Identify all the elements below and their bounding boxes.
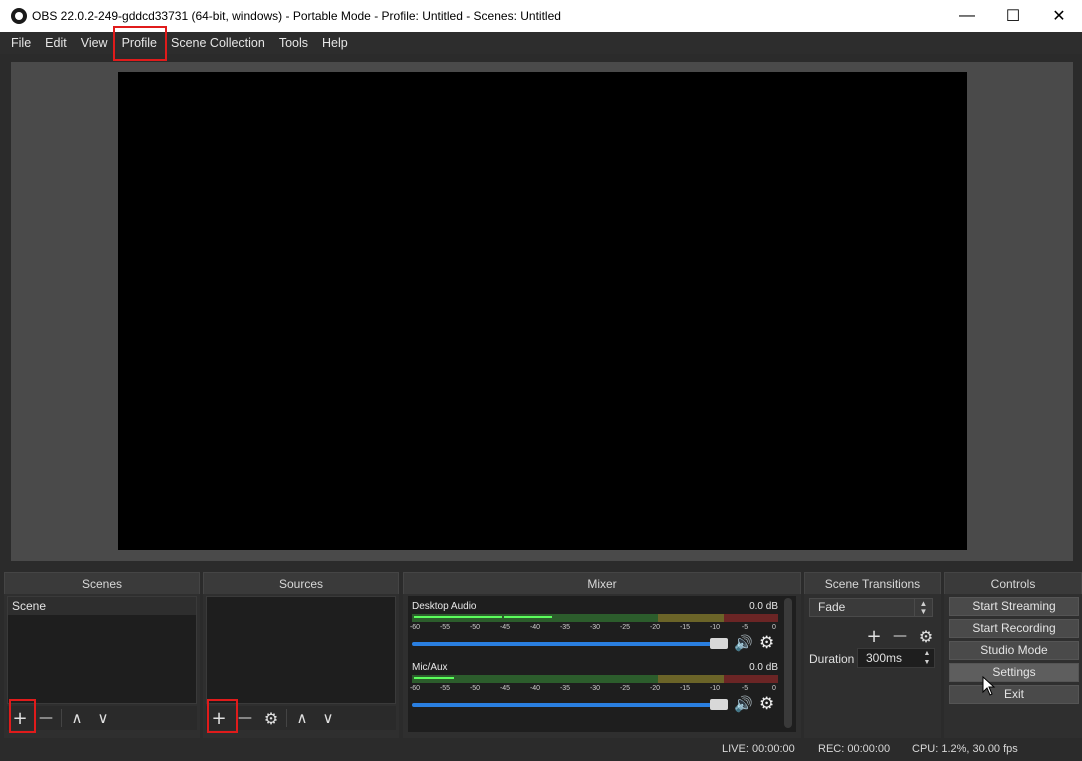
sources-list[interactable] [206, 596, 396, 704]
controls-dock-title: Controls [944, 572, 1082, 594]
minus-icon: — [238, 710, 252, 726]
gear-icon[interactable]: ⚙ [759, 694, 774, 714]
channel-db: 0.0 dB [749, 601, 778, 612]
duration-spinbox[interactable]: 300ms ▲ ▼ [857, 648, 935, 668]
gear-icon: ⚙ [918, 626, 934, 646]
toolbar-divider [286, 709, 287, 727]
minimize-button[interactable]: — [944, 0, 990, 32]
window-title: OBS 22.0.2-249-gddcd33731 (64-bit, windo… [32, 9, 561, 23]
transition-select[interactable]: Fade ▲ ▼ [809, 598, 933, 617]
menu-scene-collection[interactable]: Scene Collection [165, 32, 271, 54]
toolbar-divider [61, 709, 62, 727]
mouse-cursor-icon [982, 676, 996, 696]
preview-canvas[interactable] [118, 72, 967, 550]
channel-db: 0.0 dB [749, 662, 778, 673]
status-bar: LIVE: 00:00:00 REC: 00:00:00 CPU: 1.2%, … [0, 740, 1082, 761]
volume-slider[interactable] [412, 642, 720, 646]
menu-edit[interactable]: Edit [39, 32, 73, 54]
scenes-dock-title: Scenes [4, 572, 200, 594]
cpu-usage: CPU: 1.2%, 30.00 fps [912, 743, 1018, 755]
menu-file[interactable]: File [5, 32, 37, 54]
volume-slider-row: 🔊 ⚙ [412, 694, 778, 714]
scene-list-item[interactable]: Scene [8, 597, 196, 615]
volume-meter [412, 675, 778, 683]
live-timer: LIVE: 00:00:00 [722, 743, 795, 755]
menu-view[interactable]: View [75, 32, 114, 54]
obs-logo-icon [11, 8, 27, 24]
scene-transitions-dock: Scene Transitions Fade ▲ ▼ + — ⚙ Duration… [804, 572, 941, 738]
transition-properties-button[interactable]: ⚙ [913, 624, 939, 648]
speaker-icon[interactable]: 🔊 [734, 695, 753, 713]
channel-name: Desktop Audio [412, 601, 477, 612]
chevron-up-icon: ∧ [296, 709, 308, 727]
channel-name: Mic/Aux [412, 662, 448, 673]
maximize-button[interactable]: ☐ [990, 0, 1036, 32]
meter-ticks: -60 -55 -50 -45 -40 -35 -30 -25 -20 -15 … [409, 624, 776, 631]
exit-button[interactable]: Exit [949, 685, 1079, 704]
plus-icon: + [866, 625, 882, 647]
mixer-panel: Desktop Audio 0.0 dB -60 -55 -50 -45 -40… [408, 596, 796, 732]
menu-tools[interactable]: Tools [273, 32, 314, 54]
mixer-scrollbar[interactable] [784, 598, 792, 728]
menu-help[interactable]: Help [316, 32, 354, 54]
sources-dock-title: Sources [203, 572, 399, 594]
preview-area[interactable] [11, 62, 1073, 561]
start-recording-button[interactable]: Start Recording [949, 619, 1079, 638]
studio-mode-button[interactable]: Studio Mode [949, 641, 1079, 660]
move-source-down-button[interactable]: ∨ [315, 706, 341, 730]
volume-slider-row: 🔊 ⚙ [412, 633, 778, 653]
settings-button[interactable]: Settings [949, 663, 1079, 682]
remove-scene-button[interactable]: — [33, 706, 59, 730]
remove-transition-button[interactable]: — [887, 624, 913, 648]
source-properties-button[interactable]: ⚙ [258, 706, 284, 730]
move-scene-down-button[interactable]: ∨ [90, 706, 116, 730]
add-source-highlight [207, 699, 238, 733]
transition-toolbar: + — ⚙ [861, 624, 939, 648]
window-controls: — ☐ ✕ [944, 0, 1082, 32]
transitions-dock-title: Scene Transitions [804, 572, 941, 594]
start-streaming-button[interactable]: Start Streaming [949, 597, 1079, 616]
duration-label: Duration [809, 652, 855, 666]
minus-icon: — [39, 710, 53, 726]
minus-icon: — [893, 628, 907, 644]
profile-menu-highlight [113, 26, 167, 61]
duration-value: 300ms [866, 651, 903, 665]
volume-slider-handle[interactable] [710, 638, 728, 649]
mixer-dock-title: Mixer [403, 572, 801, 594]
meter-ticks: -60 -55 -50 -45 -40 -35 -30 -25 -20 -15 … [409, 685, 776, 692]
spin-arrows-icon[interactable]: ▲ ▼ [920, 649, 934, 667]
move-scene-up-button[interactable]: ∧ [64, 706, 90, 730]
gear-icon[interactable]: ⚙ [759, 633, 774, 653]
rec-timer: REC: 00:00:00 [818, 743, 891, 755]
mixer-dock: Mixer Desktop Audio 0.0 dB -60 -55 -50 -… [403, 572, 801, 738]
volume-slider-handle[interactable] [710, 699, 728, 710]
controls-dock: Controls Start Streaming Start Recording… [944, 572, 1082, 738]
chevron-down-icon: ∨ [97, 709, 109, 727]
add-transition-button[interactable]: + [861, 624, 887, 648]
volume-slider[interactable] [412, 703, 720, 707]
add-scene-highlight [9, 699, 36, 733]
transition-select-value: Fade [818, 600, 846, 614]
speaker-icon[interactable]: 🔊 [734, 634, 753, 652]
scenes-list[interactable]: Scene [7, 596, 197, 704]
select-arrows-icon: ▲ ▼ [914, 599, 932, 616]
close-button[interactable]: ✕ [1036, 0, 1082, 32]
move-source-up-button[interactable]: ∧ [289, 706, 315, 730]
chevron-up-icon: ∧ [71, 709, 83, 727]
gear-icon: ⚙ [263, 708, 279, 728]
volume-meter [412, 614, 778, 622]
chevron-down-icon: ∨ [322, 709, 334, 727]
